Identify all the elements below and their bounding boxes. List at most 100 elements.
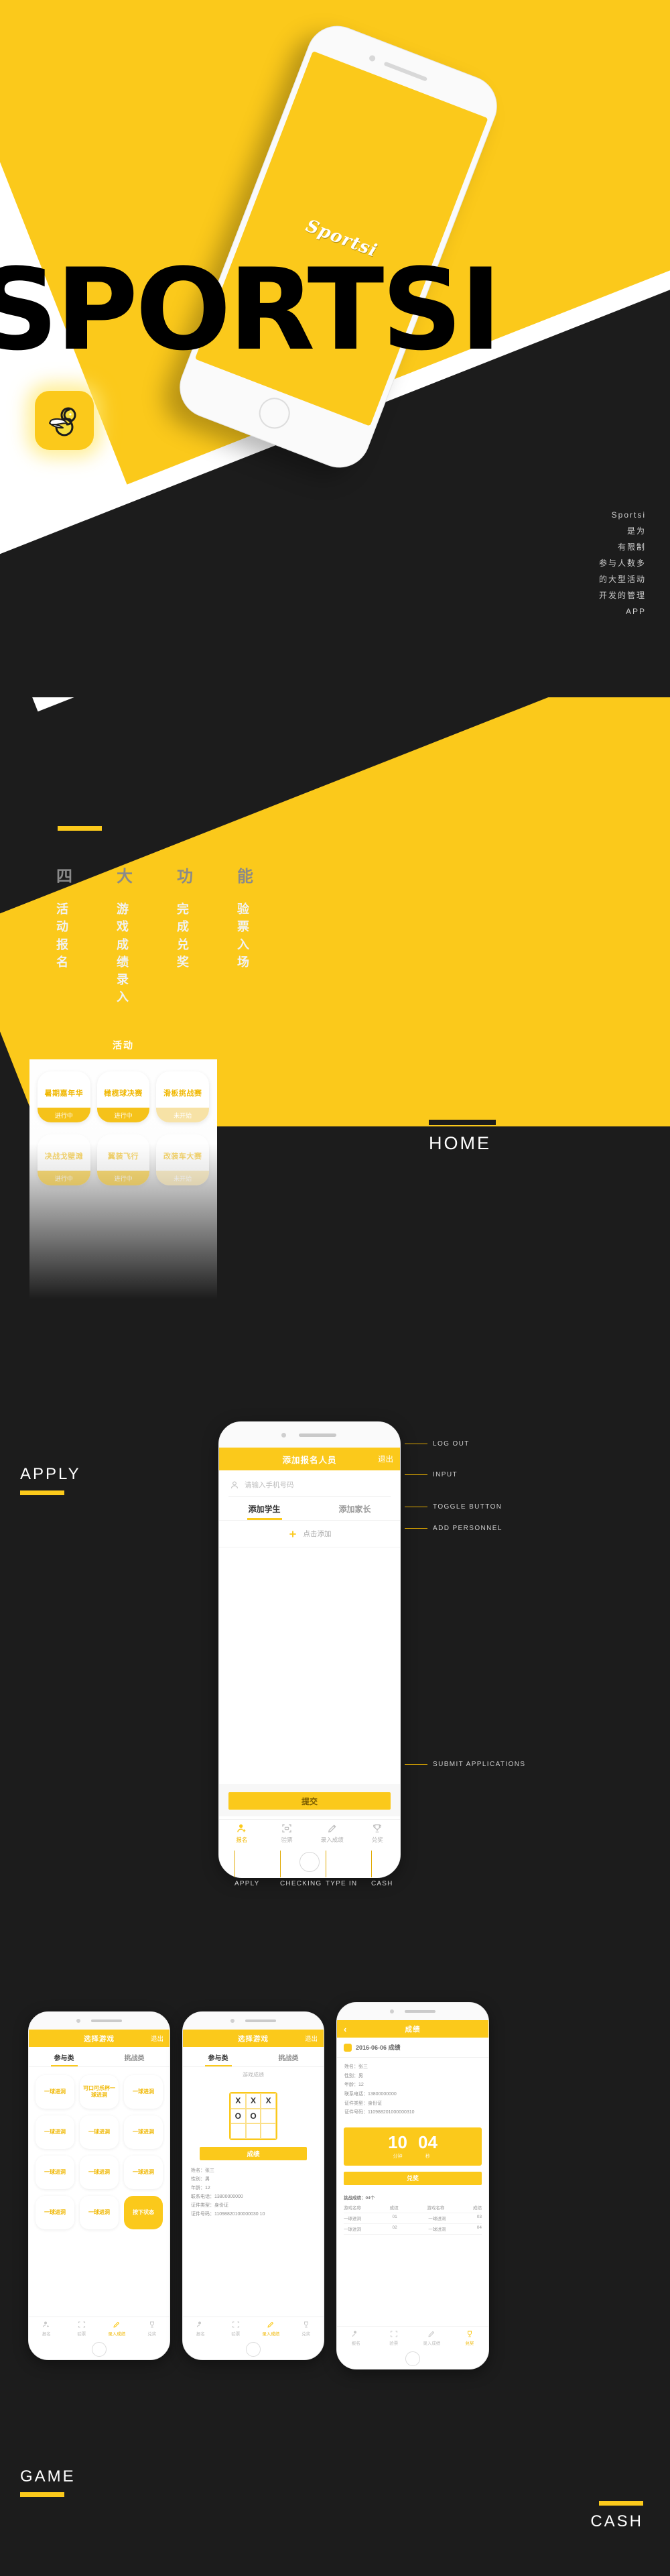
tab-type-in[interactable]: 录入成绩 [310,1820,355,1847]
tabbar: 报名 验票 录入成绩 兑奖 [183,2317,324,2339]
camera-icon [390,2009,394,2013]
speaker-grill [91,2019,122,2022]
desc-line: 参与人数多 [598,559,646,568]
game-cell[interactable]: 一球进洞 [36,2156,74,2189]
tab-label: 验票 [389,2341,399,2346]
submit-button[interactable]: 提交 [228,1792,391,1810]
tab-type-in[interactable]: 录入成绩 [413,2327,451,2349]
tab-participation[interactable]: 参与类 [29,2047,99,2066]
apply-screen: 添加报名人员 退出 请输入手机号码 添加学生 添加家长 点击添加 提交 报名 验… [219,1448,400,1847]
tab-challenge[interactable]: 挑战类 [99,2047,170,2066]
game-cell[interactable]: 一球进洞 [80,2196,119,2229]
logout-button[interactable]: 退出 [378,1454,393,1464]
participant-info: 姓名：张三 性别：男 年龄：12 联系电话：13800000000 证件类型：身… [191,2167,316,2219]
tab-apply[interactable]: 报名 [219,1820,265,1847]
phone-number-input[interactable]: 请输入手机号码 [245,1480,294,1490]
tab-cash[interactable]: 兑奖 [451,2327,489,2349]
apply-section: APPLY 添加报名人员 退出 请输入手机号码 添加学生 添加家长 点击添加 提… [0,1381,670,1971]
activity-card[interactable]: 决战戈壁滩 进行中 [38,1134,90,1185]
game-cell[interactable]: 一球进洞 [36,2196,74,2229]
game-cell[interactable]: 可口可乐杯一球进洞 [80,2075,119,2109]
game-cell[interactable]: 一球进洞 [80,2156,119,2189]
grid-cell[interactable]: X [245,2093,261,2109]
tab-label: 验票 [231,2331,241,2337]
phone-input-row[interactable]: 请输入手机号码 [228,1470,391,1497]
logout-button[interactable]: 退出 [305,2034,318,2043]
status-badge: 进行中 [96,1171,150,1185]
game-cell[interactable]: 一球进洞 [124,2156,163,2189]
grid-cell[interactable] [261,2108,276,2124]
submit-area: 提交 [219,1784,400,1816]
score-value: 10 [388,2131,407,2152]
grid-cell[interactable] [230,2123,246,2139]
tab-apply[interactable]: 报名 [337,2327,375,2349]
home-button[interactable] [405,2351,420,2366]
add-user-icon [237,1824,246,1832]
score-display: 10 分钟 04 秒 [344,2127,482,2166]
game-cell[interactable]: 一球进洞 [124,2115,163,2149]
navbar: ‹ 成绩 [337,2020,488,2038]
toggle-add-parent[interactable]: 添加家长 [310,1497,400,1520]
activity-card[interactable]: 翼装飞行 进行中 [96,1134,150,1185]
activity-grid: 暑期嘉年华 进行中 橄榄球决赛 进行中 滑板挑战赛 未开始 [29,1059,217,1122]
toggle-add-student[interactable]: 添加学生 [219,1497,310,1520]
activity-card[interactable]: 改装车大赛 未开始 [156,1134,209,1185]
activity-name: 决战戈壁滩 [44,1153,84,1161]
annotation-submit-applications: SUBMIT APPLICATIONS [405,1761,525,1768]
grid-cell[interactable]: X [230,2093,246,2109]
home-button[interactable] [246,2342,261,2357]
annotation-add-personnel: ADD PERSONNEL [405,1525,503,1532]
game-select-phone: 选择游戏 退出 参与类 挑战类 一球进洞 可口可乐杯一球进洞 一球进洞 一球进洞… [28,2011,170,2360]
activity-card[interactable]: 暑期嘉年华 进行中 [38,1071,90,1122]
add-personnel-row[interactable]: 点击添加 [219,1521,400,1547]
phone-bottom-bezel [183,2339,324,2359]
tab-checking[interactable]: 验票 [64,2317,100,2339]
game-cell[interactable]: 一球进洞 [36,2115,74,2149]
tab-participation[interactable]: 参与类 [183,2047,253,2066]
submit-score-button[interactable]: 成绩 [200,2147,307,2160]
home-button[interactable] [92,2342,107,2357]
tab-type-in[interactable]: 录入成绩 [99,2317,135,2339]
phone-top-bezel [183,2012,324,2030]
tab-cash[interactable]: 兑奖 [135,2317,170,2339]
tab-type-in[interactable]: 录入成绩 [253,2317,289,2339]
add-user-icon [43,2321,50,2327]
leader-line [371,1851,372,1877]
info-line: 性别：男 [344,2073,363,2079]
game-cell[interactable]: 一球进洞 [36,2075,74,2109]
tab-challenge[interactable]: 挑战类 [253,2047,324,2066]
cell: 04 [476,2225,482,2231]
tab-annotation-checking: CHECKING [280,1851,322,1887]
tab-annotation-cash: CASH [371,1851,393,1887]
redeem-button[interactable]: 兑奖 [344,2171,482,2185]
tab-checking[interactable]: 验票 [265,1820,310,1847]
leader-line [405,1764,427,1765]
tab-checking[interactable]: 验票 [218,2317,254,2339]
tab-apply[interactable]: 报名 [183,2317,218,2339]
tab-cash[interactable]: 兑奖 [355,1820,401,1847]
logout-button[interactable]: 退出 [151,2034,163,2043]
tab-label: 报名 [42,2331,51,2337]
game-detail-body: X X X O O 成绩 姓名：张三 性别：男 年龄：12 联系电话：13800… [183,2080,324,2226]
grid-cell[interactable]: O [230,2108,246,2124]
tab-apply[interactable]: 报名 [29,2317,64,2339]
camera-icon [368,54,377,62]
grid-cell[interactable] [261,2123,276,2139]
game-cell-pressed[interactable]: 按下状态 [124,2196,163,2229]
grid-cell[interactable] [245,2123,261,2139]
activity-card[interactable]: 橄榄球决赛 进行中 [96,1071,150,1122]
tab-cash[interactable]: 兑奖 [289,2317,324,2339]
activity-card[interactable]: 滑板挑战赛 未开始 [156,1071,209,1122]
label-rule [599,2501,643,2506]
tabbar: 报名 验票 录入成绩 兑奖 [29,2317,170,2339]
annotation-toggle-button: TOGGLE BUTTON [405,1503,502,1511]
chevron-left-icon[interactable]: ‹ [344,2024,346,2034]
tab-checking[interactable]: 验票 [375,2327,413,2349]
game-cell[interactable]: 一球进洞 [80,2115,119,2149]
grid-cell[interactable]: X [261,2093,276,2109]
pencil-icon [267,2321,274,2328]
table-title: 挑战成绩：04个 [344,2195,375,2201]
navbar: 选择游戏 退出 [29,2030,170,2047]
grid-cell[interactable]: O [245,2108,261,2124]
game-cell[interactable]: 一球进洞 [124,2075,163,2109]
